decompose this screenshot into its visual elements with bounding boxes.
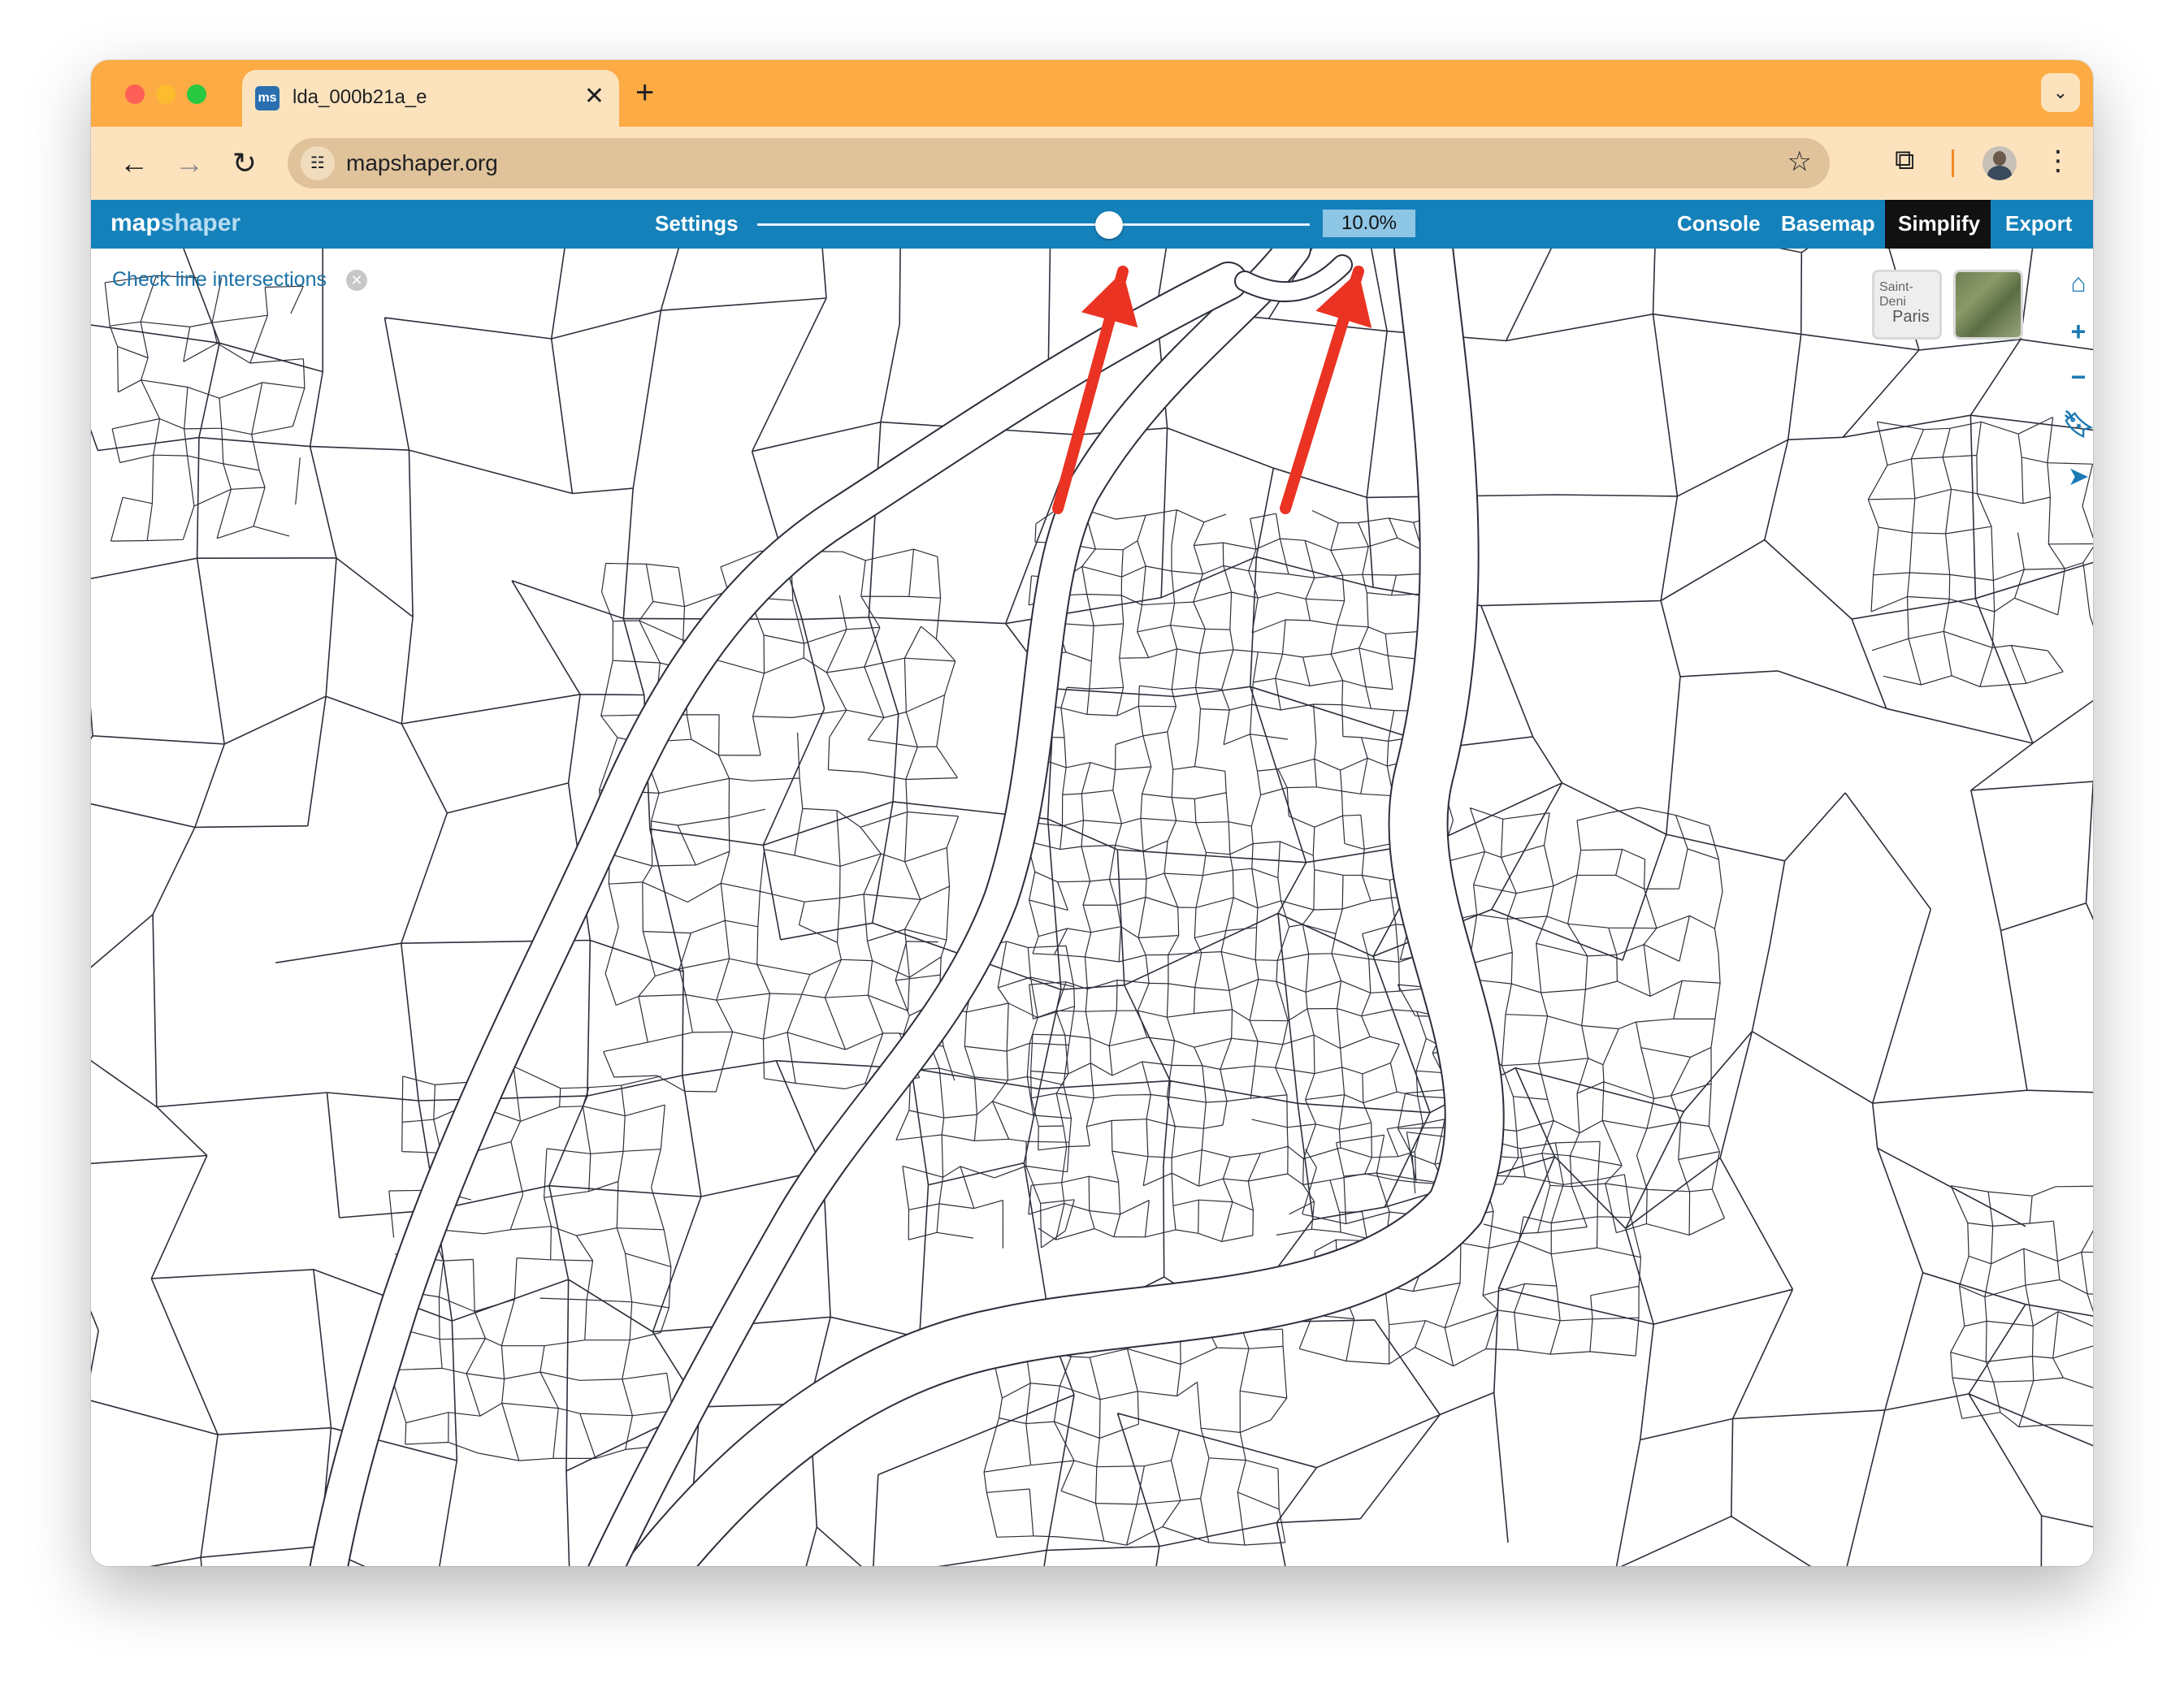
st-lawrence-river-bank [621,249,1505,1566]
avatar-head-shape [1993,151,2006,166]
logo-map-text: map [110,210,161,236]
tab-strip: ms lda_000b21a_e ✕ + ⌄ [91,60,2093,127]
check-line-intersections-link[interactable]: Check line intersections [112,268,327,292]
map-canvas[interactable]: Check line intersections ✕ Saint-Deni Pa… [91,249,2093,1566]
tab-active[interactable]: ms lda_000b21a_e ✕ [242,70,619,127]
tab-search-chevron-icon[interactable]: ⌄ [2041,73,2080,112]
extensions-puzzle-icon[interactable]: ⧉ [1895,145,1914,176]
st-lawrence-river [623,249,1503,1566]
tab-close-icon[interactable]: ✕ [584,82,604,111]
zoom-in-icon[interactable]: + [2062,315,2093,348]
browser-toolbar: ← → ↻ ☷ mapshaper.org ☆ ⧉ ⋮ [91,127,2093,200]
simplify-settings-button[interactable]: Settings [655,211,739,236]
browser-window: ms lda_000b21a_e ✕ + ⌄ ← → ↻ ☷ mapshaper… [91,60,2093,1566]
export-button[interactable]: Export [2005,211,2072,236]
simplify-button[interactable]: Simplify [1898,211,1980,236]
url-text[interactable]: mapshaper.org [346,150,498,176]
profile-avatar[interactable] [1982,146,2017,180]
urban-blocks-far-east [1950,1185,2093,1428]
back-arrow-icon[interactable]: ← [114,143,154,184]
logo-shaper-text: shaper [160,210,241,236]
urban-blocks-west [598,548,960,1093]
simplify-percent-input[interactable]: 10.0% [1323,210,1415,237]
basemap-street-thumbnail[interactable]: Saint-Deni Paris [1872,270,1942,340]
bookmark-icon[interactable]: 🔖︎ [2062,408,2093,440]
minimize-window-button[interactable] [156,84,176,104]
simplify-slider-track[interactable] [757,223,1310,226]
map-polygons [91,249,2093,1566]
toolbar-divider [1952,149,1954,177]
address-bar[interactable]: ☷ mapshaper.org ☆ [288,138,1830,188]
basemap-thumb-large-label: Paris [1892,308,1930,326]
tab-title: lda_000b21a_e [292,86,427,108]
close-window-button[interactable] [125,84,145,104]
forward-arrow-icon[interactable]: → [169,143,210,184]
basemap-button[interactable]: Basemap [1781,211,1875,236]
console-button[interactable]: Console [1677,211,1761,236]
reload-icon[interactable]: ↻ [224,143,265,184]
new-tab-icon[interactable]: + [635,73,654,112]
mapshaper-header: mapshaper Settings 10.0% Console Basemap… [91,200,2093,249]
site-info-icon[interactable]: ☷ [301,146,335,180]
home-icon[interactable]: ⌂ [2062,266,2093,299]
pointer-icon[interactable]: ➤ [2062,460,2093,492]
mapshaper-favicon-icon: ms [255,86,280,110]
urban-blocks-northeast [1867,416,2093,687]
urban-blocks-island [1026,509,1454,1242]
simplify-slider-handle[interactable] [1094,211,1123,239]
basemap-thumb-small-label: Saint-Deni [1879,280,1913,309]
mapshaper-logo[interactable]: mapshaper [110,210,240,237]
bookmark-star-icon[interactable]: ☆ [1788,145,1812,178]
avatar-body-shape [1987,166,2012,180]
basemap-satellite-thumbnail[interactable] [1953,270,2023,340]
annotation-arrow-slider-head [1081,271,1138,328]
zoom-out-icon[interactable]: − [2062,361,2093,393]
close-circle-icon[interactable]: ✕ [346,270,367,291]
maximize-window-button[interactable] [187,84,206,104]
browser-menu-kebab-icon[interactable]: ⋮ [2044,145,2072,177]
